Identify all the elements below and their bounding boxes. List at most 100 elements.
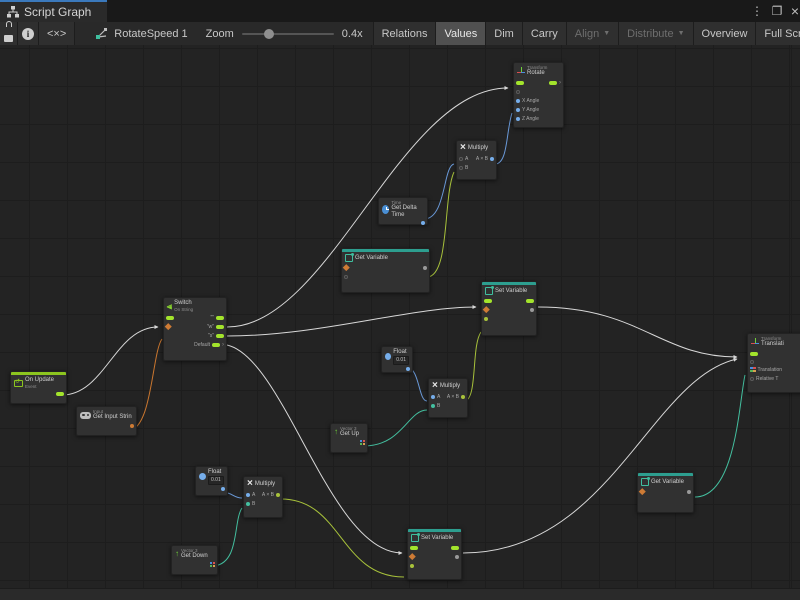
delta-time-out-port[interactable]: [421, 221, 425, 225]
up-arrow-icon: ↑: [175, 550, 179, 558]
result-port[interactable]: [461, 395, 465, 399]
exec-out-port[interactable]: [549, 81, 557, 85]
a-port[interactable]: [246, 493, 250, 497]
node-get-variable-top[interactable]: Get Variable: [341, 248, 430, 293]
bottom-strip: [0, 588, 800, 600]
exec-out-port[interactable]: [526, 299, 534, 303]
transform-icon: [751, 338, 759, 346]
name-port[interactable]: [639, 488, 645, 494]
node-translate[interactable]: Transform Translati Translation Relative…: [747, 333, 800, 393]
script-graph-icon: [7, 6, 19, 18]
relative-to-port[interactable]: [750, 377, 754, 381]
lock-button[interactable]: [0, 22, 18, 45]
case3-out-port[interactable]: [216, 334, 224, 338]
value-out-port[interactable]: [687, 490, 691, 494]
exec-in-port[interactable]: [750, 352, 758, 356]
fullscreen-button[interactable]: Full Screen: [756, 22, 800, 45]
variable-icon: [641, 478, 649, 486]
result-port[interactable]: [276, 493, 280, 497]
relations-button[interactable]: Relations: [373, 22, 437, 45]
clock-icon: [382, 205, 389, 214]
graph-reference[interactable]: RotateSpeed 1: [87, 22, 195, 45]
value-out-port[interactable]: [455, 555, 459, 559]
default-out-port[interactable]: [212, 343, 220, 347]
tab-title: Script Graph: [24, 5, 91, 19]
exec-out-port[interactable]: [56, 392, 64, 396]
title-bar: Script Graph ⋮ ❐ ×: [0, 0, 800, 22]
exec-out-port[interactable]: [451, 546, 459, 550]
float-value-field[interactable]: 0.01: [208, 476, 224, 485]
graph-nav-button[interactable]: <×>: [39, 22, 75, 45]
vector3-out-port[interactable]: [360, 440, 366, 446]
node-set-variable-bottom[interactable]: Set Variable: [407, 528, 462, 580]
name-port[interactable]: [409, 553, 415, 559]
float-icon: [199, 473, 206, 480]
node-rotate[interactable]: Transform Rotate › X Angle Y Angle Z Ang…: [513, 62, 564, 128]
selector-port[interactable]: [165, 323, 171, 329]
node-get-delta-time[interactable]: Time Get Delta Time: [378, 197, 428, 225]
y-angle-port[interactable]: [516, 108, 520, 112]
node-on-update[interactable]: On Update Event: [10, 371, 67, 404]
target-port[interactable]: [516, 90, 520, 94]
case1-out-port[interactable]: [216, 316, 224, 320]
zoom-slider-handle[interactable]: [264, 29, 274, 39]
node-get-variable-bottom[interactable]: Get Variable: [637, 472, 694, 513]
float-value-field[interactable]: 0.01: [393, 356, 409, 365]
value-in-port[interactable]: [410, 564, 414, 568]
port-arrow-icon: ›: [559, 80, 561, 86]
z-angle-port[interactable]: [516, 117, 520, 121]
translation-port[interactable]: [750, 367, 756, 373]
vector3-out-port[interactable]: [210, 562, 216, 568]
distribute-dropdown[interactable]: Distribute ▼: [619, 22, 693, 45]
window-menu-icon[interactable]: ⋮: [748, 0, 766, 22]
node-get-input-string[interactable]: Input Get Input Strin: [76, 406, 137, 436]
close-icon[interactable]: ×: [786, 0, 800, 22]
target-port[interactable]: [750, 360, 754, 364]
values-button[interactable]: Values: [436, 22, 486, 45]
multiply-icon: ×: [460, 143, 466, 153]
node-set-variable-top[interactable]: Set Variable: [481, 281, 537, 336]
node-multiply-bottom[interactable]: × Multiply A A × B B: [243, 476, 283, 518]
node-multiply-top[interactable]: × Multiply A A × B B: [456, 140, 497, 180]
x-angle-port[interactable]: [516, 99, 520, 103]
value-in-port[interactable]: [484, 317, 488, 321]
chevron-down-icon: ▼: [678, 30, 685, 37]
node-float-bottom[interactable]: Float 0.01: [195, 466, 228, 496]
carry-button[interactable]: Carry: [523, 22, 567, 45]
result-port[interactable]: [490, 157, 494, 161]
multiply-icon: ×: [432, 381, 438, 391]
info-button[interactable]: i: [18, 22, 39, 45]
fallback-port[interactable]: [344, 275, 348, 279]
b-port[interactable]: [246, 502, 250, 506]
node-switch[interactable]: ⪡ Switch On String "" "w" "s" Default ›: [163, 297, 227, 361]
value-out-port[interactable]: [530, 308, 534, 312]
dim-button[interactable]: Dim: [486, 22, 523, 45]
exec-in-port[interactable]: [166, 316, 174, 320]
exec-in-port[interactable]: [516, 81, 524, 85]
zoom-label: Zoom: [206, 28, 234, 40]
graph-nav-icon: <×>: [47, 28, 66, 40]
node-get-up[interactable]: ↑ Vector 3 Get Up: [330, 423, 368, 453]
zoom-slider[interactable]: [242, 33, 334, 35]
a-port[interactable]: [459, 157, 463, 161]
node-float-top[interactable]: Float 0.01: [381, 346, 413, 373]
float-out-port[interactable]: [221, 487, 225, 491]
node-get-down[interactable]: ↑ Vector 3 Get Down: [171, 545, 218, 575]
b-port[interactable]: [431, 404, 435, 408]
float-out-port[interactable]: [406, 367, 410, 371]
name-port[interactable]: [483, 306, 489, 312]
exec-in-port[interactable]: [484, 299, 492, 303]
name-port[interactable]: [343, 264, 349, 270]
zoom-value: 0.4x: [342, 28, 363, 40]
string-out-port[interactable]: [130, 424, 134, 428]
a-port[interactable]: [431, 395, 435, 399]
maximize-icon[interactable]: ❐: [768, 0, 786, 22]
exec-in-port[interactable]: [410, 546, 418, 550]
node-multiply-mid[interactable]: × Multiply A A × B B: [428, 378, 468, 418]
case2-out-port[interactable]: [216, 325, 224, 329]
value-out-port[interactable]: [423, 266, 427, 270]
align-dropdown[interactable]: Align ▼: [567, 22, 619, 45]
tab-script-graph[interactable]: Script Graph: [0, 0, 107, 22]
overview-button[interactable]: Overview: [694, 22, 757, 45]
b-port[interactable]: [459, 166, 463, 170]
